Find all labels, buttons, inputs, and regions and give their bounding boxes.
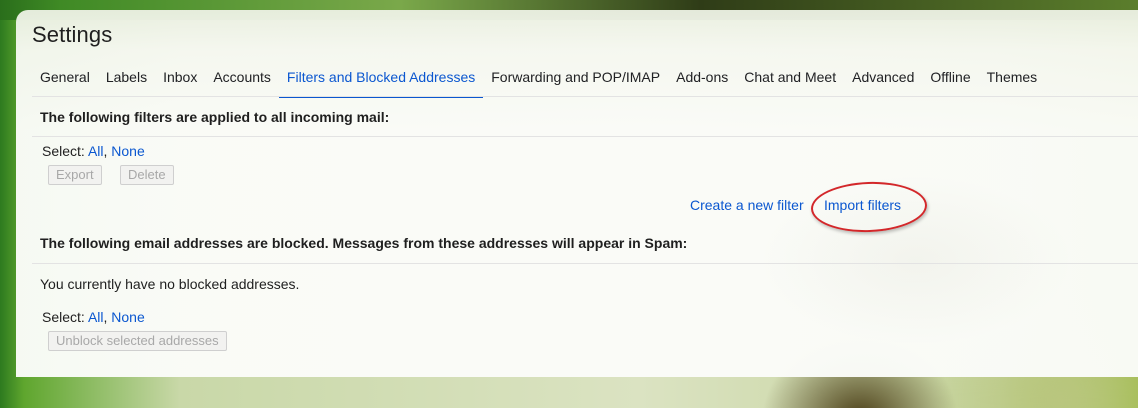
filters-divider <box>32 136 1138 137</box>
filters-select-all-link[interactable]: All <box>88 143 104 159</box>
export-button[interactable]: Export <box>48 165 102 185</box>
no-blocked-message: You currently have no blocked addresses. <box>40 276 300 292</box>
tab-filters-and-blocked-addresses[interactable]: Filters and Blocked Addresses <box>278 62 484 98</box>
blocked-select-label: Select: <box>42 309 85 325</box>
comma-separator: , <box>103 143 108 159</box>
tab-inbox[interactable]: Inbox <box>155 62 205 96</box>
blocked-heading: The following email addresses are blocke… <box>40 235 688 251</box>
filters-heading: The following filters are applied to all… <box>40 109 390 125</box>
tabs-divider <box>32 96 1138 97</box>
tab-themes[interactable]: Themes <box>979 62 1046 96</box>
page-title: Settings <box>32 22 113 47</box>
tab-labels[interactable]: Labels <box>98 62 155 96</box>
create-new-filter-link[interactable]: Create a new filter <box>690 197 804 213</box>
filters-select-row: Select: All, None <box>42 143 145 159</box>
filters-select-none-link[interactable]: None <box>111 143 144 159</box>
delete-button[interactable]: Delete <box>120 165 174 185</box>
settings-tabs: General Labels Inbox Accounts Filters an… <box>32 62 1046 98</box>
tab-offline[interactable]: Offline <box>922 62 978 96</box>
blocked-select-row: Select: All, None <box>42 309 145 325</box>
blocked-select-none-link[interactable]: None <box>111 309 144 325</box>
tab-chat-and-meet[interactable]: Chat and Meet <box>736 62 844 96</box>
tab-accounts[interactable]: Accounts <box>205 62 279 96</box>
tab-forwarding-and-pop-imap[interactable]: Forwarding and POP/IMAP <box>483 62 668 96</box>
import-filters-link[interactable]: Import filters <box>824 197 901 213</box>
tab-general[interactable]: General <box>32 62 98 96</box>
tab-advanced[interactable]: Advanced <box>844 62 922 96</box>
comma-separator: , <box>103 309 108 325</box>
unblock-selected-button[interactable]: Unblock selected addresses <box>48 331 227 351</box>
tab-add-ons[interactable]: Add-ons <box>668 62 736 96</box>
blocked-select-all-link[interactable]: All <box>88 309 104 325</box>
settings-panel: Settings General Labels Inbox Accounts F… <box>16 10 1138 377</box>
blocked-divider <box>32 263 1138 264</box>
background-watermark <box>616 110 1136 370</box>
filters-select-label: Select: <box>42 143 85 159</box>
